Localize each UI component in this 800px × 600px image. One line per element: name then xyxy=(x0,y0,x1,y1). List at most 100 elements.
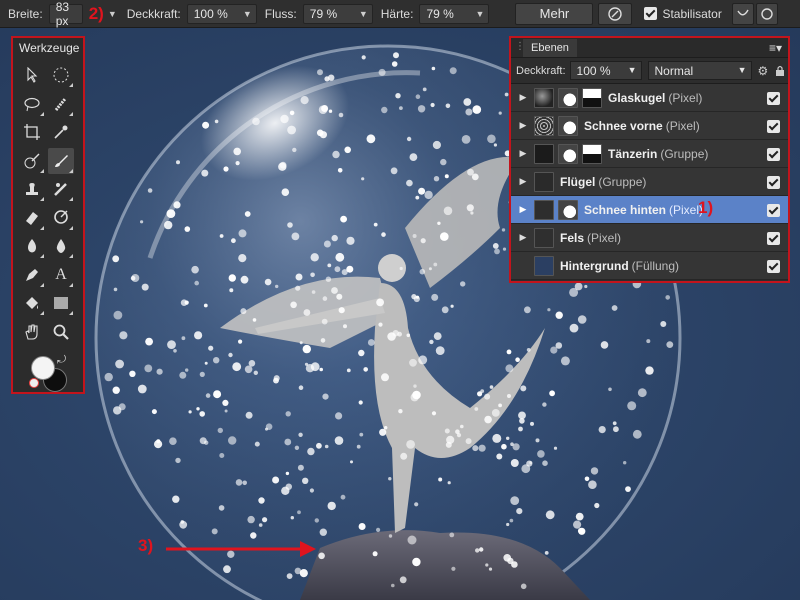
layer-visibility-checkbox[interactable] xyxy=(767,92,780,105)
layer-row[interactable]: ▶ Fels (Pixel) xyxy=(511,224,788,252)
snowflake xyxy=(484,415,492,424)
swap-colors-icon[interactable]: ⤾ xyxy=(57,354,66,367)
tab-layers[interactable]: Ebenen xyxy=(523,38,577,57)
snowflake xyxy=(518,411,526,420)
no-color-icon[interactable] xyxy=(29,378,39,388)
layer-name-text: Hintergrund xyxy=(560,258,629,273)
layer-row[interactable]: ▶ Tänzerin (Gruppe) xyxy=(511,140,788,168)
move-tool[interactable] xyxy=(19,62,45,88)
width-dropdown-icon[interactable]: ▼ xyxy=(108,9,117,19)
window-mode-button[interactable] xyxy=(755,2,778,25)
selection-brush-tool[interactable] xyxy=(48,91,74,117)
wet-edges-button[interactable] xyxy=(598,2,633,25)
smudge-tool[interactable] xyxy=(19,233,45,259)
panel-menu-icon[interactable]: ≡▾ xyxy=(769,41,782,55)
stabilizer-checkbox[interactable] xyxy=(644,7,658,20)
snowflake xyxy=(574,282,583,291)
snowflake xyxy=(406,136,412,142)
snowflake xyxy=(447,481,451,485)
blur-tool[interactable] xyxy=(48,233,74,259)
expand-triangle-icon[interactable]: ▶ xyxy=(516,232,530,243)
fill-tool[interactable] xyxy=(19,290,45,316)
expand-triangle-icon[interactable]: ▶ xyxy=(516,176,530,187)
healing-tool[interactable] xyxy=(48,176,74,202)
expand-triangle-icon[interactable]: ▶ xyxy=(516,204,530,215)
layer-visibility-checkbox[interactable] xyxy=(767,120,780,133)
width-field[interactable]: 83 px xyxy=(48,0,83,28)
snowflake xyxy=(479,547,484,552)
text-tool[interactable]: A xyxy=(48,262,74,288)
view-tool[interactable] xyxy=(19,319,45,345)
snowflake xyxy=(173,349,177,353)
snowflake xyxy=(432,140,441,150)
snowflake xyxy=(244,365,253,374)
snowflake xyxy=(291,232,300,241)
hardness-field[interactable]: 79 % ▼ xyxy=(419,3,490,24)
snowflake xyxy=(510,459,519,467)
layer-row[interactable]: Hintergrund (Füllung) xyxy=(511,252,788,280)
snowflake xyxy=(184,300,189,305)
primary-color-swatch[interactable] xyxy=(31,356,55,380)
layer-row[interactable]: ▶ Schnee vorne (Pixel) xyxy=(511,112,788,140)
snowflake xyxy=(265,423,273,431)
snowflake xyxy=(600,341,609,349)
crop-tool[interactable] xyxy=(19,119,45,145)
snowflake xyxy=(244,211,251,217)
color-picker-tool[interactable] xyxy=(48,119,74,145)
panel-grip-icon[interactable]: ⋮ xyxy=(515,41,525,52)
snowflake xyxy=(289,110,295,116)
pen-tool[interactable] xyxy=(19,262,45,288)
layers-panel: ⋮ Ebenen ≡▾ Deckkraft: 100 % ▼ Normal ▼ … xyxy=(509,36,790,283)
dashed-circle-icon xyxy=(53,67,69,83)
marquee-tool[interactable] xyxy=(48,62,74,88)
layer-row[interactable]: ▶ Flügel (Gruppe) xyxy=(511,168,788,196)
lasso-tool[interactable] xyxy=(19,91,45,117)
snowflake xyxy=(438,477,443,482)
layer-row[interactable]: ▶ Schnee hinten (Pixel) 1) xyxy=(511,196,788,224)
expand-triangle-icon[interactable]: ▶ xyxy=(516,148,530,159)
snowflake xyxy=(175,457,181,464)
clone-tool[interactable] xyxy=(19,176,45,202)
snowflake xyxy=(137,384,147,394)
more-button[interactable]: Mehr xyxy=(515,2,594,25)
rope-mode-button[interactable] xyxy=(731,2,754,25)
eraser-tool[interactable] xyxy=(19,205,45,231)
expand-triangle-icon[interactable]: ▶ xyxy=(516,92,530,103)
snowflake xyxy=(415,195,420,200)
snowflake xyxy=(666,341,674,348)
paint-brush-tool[interactable] xyxy=(48,147,74,174)
dodge-tool[interactable] xyxy=(48,205,74,231)
lock-icon[interactable] xyxy=(774,65,786,77)
shape-tool[interactable] xyxy=(48,290,74,316)
snowflake xyxy=(515,357,520,363)
layer-name-text: Schnee vorne xyxy=(584,118,663,133)
snowflake xyxy=(413,384,417,388)
opacity-field[interactable]: 100 % ▼ xyxy=(186,3,257,24)
layer-row[interactable]: ▶ Glaskugel (Pixel) xyxy=(511,84,788,112)
layer-visibility-checkbox[interactable] xyxy=(767,260,780,273)
snowflake xyxy=(328,74,335,81)
flow-field[interactable]: 79 % ▼ xyxy=(302,3,373,24)
layer-opacity-field[interactable]: 100 % ▼ xyxy=(569,61,642,80)
snowflake xyxy=(646,339,651,344)
blend-mode-select[interactable]: Normal ▼ xyxy=(647,61,752,80)
layer-visibility-checkbox[interactable] xyxy=(767,232,780,245)
snowflake xyxy=(254,441,260,447)
layer-visibility-checkbox[interactable] xyxy=(767,176,780,189)
layer-name-text: Glaskugel xyxy=(608,90,666,105)
width-value: 83 px xyxy=(55,0,70,28)
layer-name-text: Flügel xyxy=(560,174,596,189)
flood-select-tool[interactable] xyxy=(19,148,45,174)
annotation-2: 2) xyxy=(88,3,104,23)
zoom-tool[interactable] xyxy=(48,319,74,345)
snowflake xyxy=(590,467,599,475)
expand-triangle-icon[interactable]: ▶ xyxy=(516,120,530,131)
layer-visibility-checkbox[interactable] xyxy=(767,204,780,217)
snowflake xyxy=(199,371,205,377)
pen-icon xyxy=(26,268,38,281)
gear-icon[interactable]: ⚙ xyxy=(758,64,769,78)
adjustment-thumbnail xyxy=(582,87,602,108)
snowflake xyxy=(334,266,341,273)
snowflake xyxy=(560,356,570,366)
layer-visibility-checkbox[interactable] xyxy=(767,148,780,161)
